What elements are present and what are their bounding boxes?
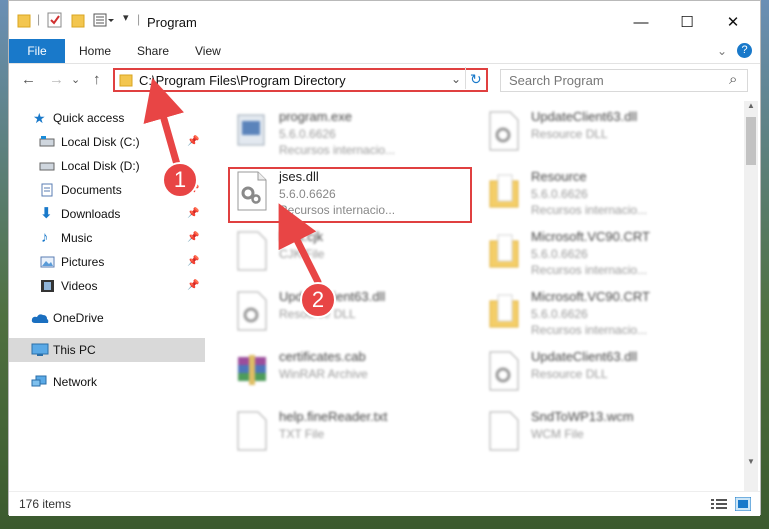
- callout-badge-1: 1: [162, 162, 198, 198]
- callout-arrow-1: [143, 77, 184, 172]
- callout-badge-2: 2: [300, 282, 336, 318]
- annotation-arrows: [143, 77, 322, 286]
- callout-arrow-2: [278, 203, 322, 286]
